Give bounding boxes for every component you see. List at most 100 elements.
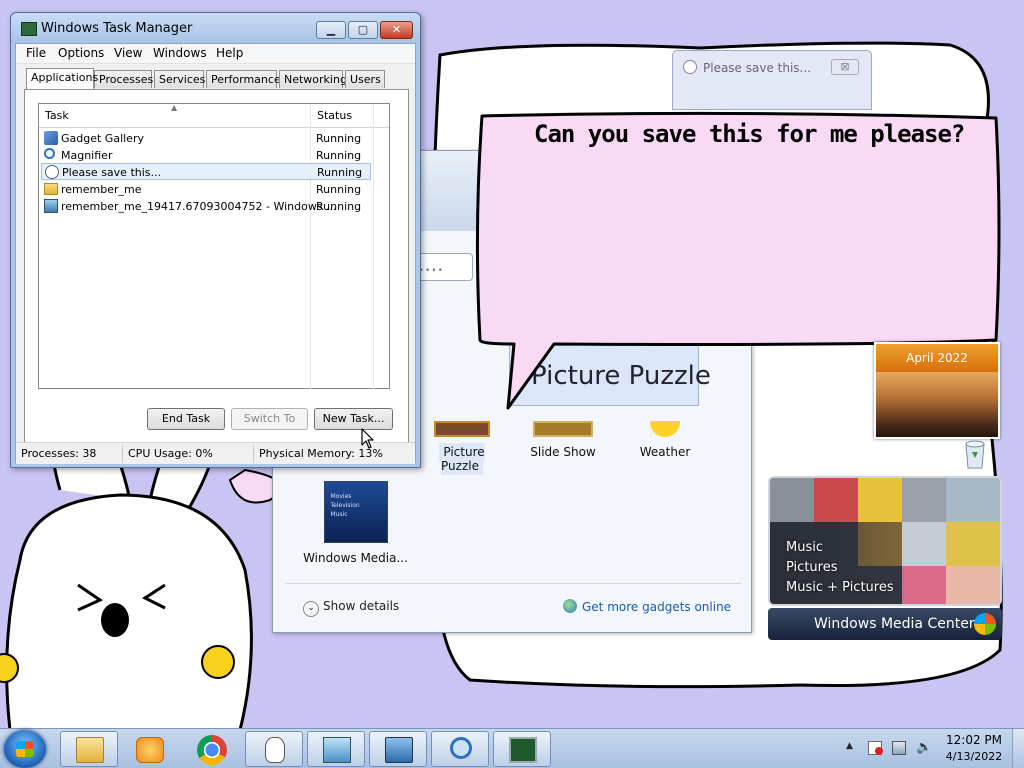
network-status-icon[interactable] <box>892 741 906 755</box>
media-center-bar[interactable]: Windows Media Center <box>768 608 1002 640</box>
close-button[interactable]: ✕ <box>380 21 413 39</box>
end-task-button[interactable]: End Task <box>147 408 225 430</box>
task-manager-icon <box>509 737 537 763</box>
speech-bubble-text: Can you save this for me please? <box>534 120 965 148</box>
calendar-photo <box>876 372 998 437</box>
task-name: remember_me <box>61 183 142 196</box>
tab-strip: Applications Processes Services Performa… <box>24 68 404 90</box>
tab-users[interactable]: Users <box>345 70 385 88</box>
task-row[interactable]: remember_me Running <box>41 181 371 198</box>
wmc-thumb-line: Television <box>330 502 360 509</box>
mc-tile <box>946 522 1000 566</box>
new-task-button[interactable]: New Task... <box>314 408 393 430</box>
column-divider <box>373 104 374 390</box>
picture-puzzle-icon <box>434 421 490 437</box>
media-center-label: Windows Media Center <box>814 616 975 632</box>
please-save-title: Please save this... <box>703 61 811 75</box>
task-manager-window[interactable]: Windows Task Manager ▁ ▢ ✕ File Options … <box>10 12 421 468</box>
taskbar-magnifier[interactable] <box>431 731 489 767</box>
menu-view[interactable]: View <box>114 46 142 60</box>
taskbar-chrome[interactable] <box>182 731 240 767</box>
taskbar-file-explorer[interactable] <box>60 731 118 767</box>
mc-item-music-pictures[interactable]: Music + Pictures <box>786 580 894 595</box>
magnifier-icon <box>44 148 55 159</box>
volume-icon[interactable]: 🔈 <box>916 741 932 755</box>
calendar-gadget[interactable]: April 2022 <box>874 342 1000 439</box>
task-row[interactable]: remember_me_19417.67093004752 - Windows … <box>41 198 371 215</box>
task-manager-icon <box>21 22 37 36</box>
task-row[interactable]: Gadget Gallery Running <box>41 130 371 147</box>
wmc-thumb-line: Music <box>330 511 348 518</box>
taskbar-photo-viewer[interactable] <box>307 731 365 767</box>
menu-options[interactable]: Options <box>58 46 104 60</box>
clock-date[interactable]: 4/13/2022 <box>944 750 1004 763</box>
media-center-gadget[interactable]: Music Pictures Music + Pictures <box>768 476 1002 606</box>
tab-processes[interactable]: Processes <box>94 70 153 88</box>
show-hidden-icons-icon[interactable]: ▲ <box>846 741 860 755</box>
taskbar-bunny-app[interactable] <box>245 731 303 767</box>
mc-tile <box>902 478 946 522</box>
magnifier-icon <box>450 737 472 759</box>
mc-tile <box>902 522 946 566</box>
close-button[interactable]: ⊠ <box>831 59 859 75</box>
menu-help[interactable]: Help <box>216 46 243 60</box>
gadget-label: Picture Puzzle <box>439 443 485 475</box>
maximize-button[interactable]: ▢ <box>348 21 378 39</box>
gadget-label: Slide Show <box>530 445 596 459</box>
mc-tile <box>814 478 858 522</box>
mc-tile <box>858 478 902 522</box>
globe-icon <box>563 599 577 613</box>
task-list[interactable]: Task ▲ Status Gadget Gallery Running Mag… <box>38 103 390 390</box>
window-title: Windows Task Manager <box>41 21 193 36</box>
status-divider <box>253 445 254 463</box>
gadget-windows-media-center[interactable]: Movies Television Music Windows Media... <box>303 481 408 565</box>
taskbar-network[interactable] <box>369 731 427 767</box>
weather-sun-icon <box>650 421 680 437</box>
taskbar-media-player[interactable] <box>120 731 178 767</box>
recycle-bin-icon[interactable] <box>960 438 990 470</box>
tab-services[interactable]: Services <box>154 70 205 88</box>
folder-icon <box>44 183 58 195</box>
action-center-icon[interactable] <box>868 741 883 755</box>
task-row-selected[interactable]: Please save this... Running <box>41 163 371 180</box>
windows-media-center-icon: Movies Television Music <box>323 481 388 543</box>
column-header-status[interactable]: Status <box>317 109 352 122</box>
get-more-gadgets-link[interactable]: Get more gadgets online <box>563 599 731 614</box>
network-icon <box>385 737 413 763</box>
mc-item-music[interactable]: Music <box>786 540 823 555</box>
taskbar-task-manager[interactable] <box>493 731 551 767</box>
calendar-month: April 2022 <box>876 344 998 372</box>
menu-file[interactable]: File <box>26 46 46 60</box>
task-row[interactable]: Magnifier Running <box>41 147 371 164</box>
menu-windows[interactable]: Windows <box>153 46 207 60</box>
minimize-button[interactable]: ▁ <box>316 21 346 39</box>
tab-performance[interactable]: Performance <box>206 70 281 88</box>
task-name: remember_me_19417.67093004752 - Windows … <box>61 200 337 213</box>
start-button[interactable] <box>4 730 46 768</box>
tab-applications[interactable]: Applications <box>26 68 98 89</box>
gadget-weather[interactable]: Weather <box>625 421 705 459</box>
mc-item-pictures[interactable]: Pictures <box>786 560 837 575</box>
get-more-label: Get more gadgets online <box>582 600 732 614</box>
tab-networking[interactable]: Networking <box>279 70 347 88</box>
title-bar[interactable]: Windows Task Manager ▁ ▢ ✕ <box>11 13 420 43</box>
show-details-button[interactable]: ⌄ Show details <box>303 599 399 617</box>
clock-time[interactable]: 12:02 PM <box>944 733 1004 747</box>
gadget-slide-show[interactable]: Slide Show <box>523 421 603 459</box>
show-details-label: Show details <box>323 599 400 613</box>
gadget-gallery-icon <box>44 131 58 145</box>
please-save-window[interactable]: Please save this... ⊠ <box>672 50 872 110</box>
status-divider <box>122 445 123 463</box>
slide-show-icon <box>533 421 593 437</box>
gadget-picture-puzzle[interactable]: Picture Puzzle <box>417 421 507 475</box>
switch-to-button[interactable]: Switch To <box>231 408 308 430</box>
window-body: File Options View Windows Help Applicati… <box>15 43 416 464</box>
windows-logo-icon <box>16 741 34 757</box>
show-desktop-button[interactable] <box>1012 729 1024 768</box>
sort-ascending-icon: ▲ <box>171 103 178 112</box>
status-processes: Processes: 38 <box>21 447 97 460</box>
status-bar: Processes: 38 CPU Usage: 0% Physical Mem… <box>16 442 415 464</box>
gallery-search-box[interactable]: .... <box>413 253 473 281</box>
gadget-label: Weather <box>639 445 691 459</box>
column-header-task[interactable]: Task <box>45 109 69 122</box>
